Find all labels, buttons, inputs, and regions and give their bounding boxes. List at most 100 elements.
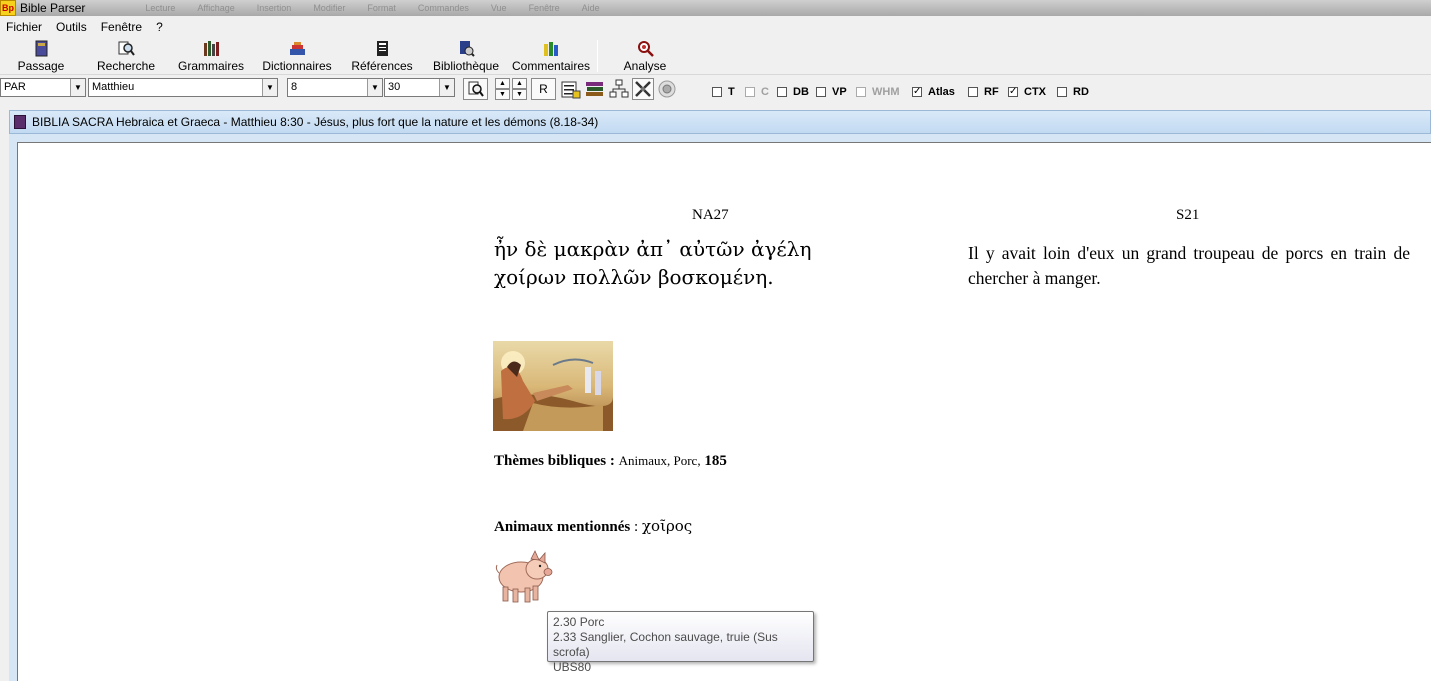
menu-fenetre[interactable]: Fenêtre — [101, 20, 142, 34]
chevron-down-icon[interactable]: ▼ — [262, 79, 277, 96]
references-button[interactable]: Références — [350, 38, 414, 74]
book-select[interactable]: Matthieu ▼ — [88, 78, 278, 97]
checkbox-whm-box[interactable] — [856, 87, 866, 97]
checkbox-rf[interactable]: RF — [968, 86, 999, 98]
chapter-value: 8 — [291, 81, 298, 93]
themes-number[interactable]: 185 — [704, 453, 727, 469]
checkbox-whm-label: WHM — [872, 86, 900, 98]
document-window-titlebar[interactable]: BIBLIA SACRA Hebraica et Graeca - Matthi… — [9, 110, 1431, 134]
tools-cross-icon — [635, 81, 651, 97]
books-stack-icon — [586, 82, 603, 96]
speaker-icon — [658, 80, 676, 98]
next-down-button[interactable]: ▼ — [512, 89, 527, 100]
checkbox-vp-label: VP — [832, 86, 847, 98]
checkmark-icon[interactable]: ✓ — [912, 87, 922, 97]
next-up-button[interactable]: ▲ — [512, 78, 527, 89]
prev-up-button[interactable]: ▲ — [495, 78, 510, 89]
verse-select[interactable]: 30 ▼ — [384, 78, 455, 97]
column-header-na27: NA27 — [692, 207, 729, 223]
text-tool-button[interactable] — [560, 78, 582, 100]
checkmark-icon[interactable]: ✓ — [1008, 87, 1018, 97]
french-verse-text[interactable]: Il y avait loin d'eux un grand troupeau … — [968, 241, 1410, 291]
recherche-button[interactable]: Recherche — [94, 38, 158, 74]
dictionnaires-label: Dictionnaires — [262, 59, 332, 73]
r-button[interactable]: R — [531, 78, 556, 100]
ghost-menu: Lecture Affichage Insertion Modifier For… — [145, 3, 599, 13]
magnifier-icon — [468, 81, 484, 97]
checkbox-t[interactable]: T — [712, 86, 735, 98]
passage-button[interactable]: Passage — [14, 38, 68, 74]
magnifier-icon — [118, 41, 135, 56]
checkbox-db[interactable]: DB — [777, 86, 809, 98]
checkbox-vp-box[interactable] — [816, 87, 826, 97]
checkbox-whm[interactable]: WHM — [856, 86, 900, 98]
selector-row: PAR ▼ Matthieu ▼ 8 ▼ 30 ▼ ▲ ▼ ▲ ▼ R T C … — [0, 76, 1431, 103]
greek-verse-text[interactable]: ἦν δὲ μακρὰν ἀπ᾽ αὐτῶν ἀγέλη χοίρων πολλ… — [494, 235, 884, 291]
books-icon — [203, 41, 219, 56]
checkbox-rd-box[interactable] — [1057, 87, 1067, 97]
book-icon — [35, 40, 47, 57]
pig-image[interactable] — [493, 543, 557, 605]
tree-diagram-icon — [609, 79, 629, 98]
animals-label: Animaux mentionnés — [494, 519, 631, 535]
animal-greek-word[interactable]: χοῖρος — [642, 517, 692, 535]
dictionnaires-button[interactable]: Dictionnaires — [259, 38, 335, 74]
chevron-down-icon[interactable]: ▼ — [367, 79, 382, 96]
audio-button[interactable] — [656, 78, 678, 100]
r-button-label: R — [539, 82, 548, 96]
pig-tooltip: 2.30 Porc 2.33 Sanglier, Cochon sauvage,… — [547, 611, 814, 674]
themes-label: Thèmes bibliques : — [494, 453, 615, 469]
arrow-down-icon: ▼ — [516, 91, 523, 98]
checkbox-ctx-label: CTX — [1024, 86, 1046, 98]
checkbox-atlas-label: Atlas — [928, 86, 955, 98]
checkbox-rd-label: RD — [1073, 86, 1089, 98]
grammaires-button[interactable]: Grammaires — [176, 38, 246, 74]
window-title: Bible Parser — [20, 1, 86, 15]
checkbox-c[interactable]: C — [745, 86, 769, 98]
ghost-menu-item: Fenêtre — [528, 3, 560, 13]
checkbox-ctx[interactable]: ✓ CTX — [1008, 86, 1046, 98]
tooltip-line-1: 2.30 Porc — [553, 615, 605, 629]
commentaires-button[interactable]: Commentaires — [510, 38, 592, 74]
verse-value: 30 — [388, 81, 401, 93]
tree-tool-button[interactable] — [608, 78, 630, 100]
checkbox-t-box[interactable] — [712, 87, 722, 97]
chevron-down-icon[interactable]: ▼ — [439, 79, 454, 96]
menu-outils[interactable]: Outils — [56, 20, 87, 34]
tools-button[interactable] — [632, 78, 654, 100]
toolbar-separator — [597, 40, 598, 72]
commentaires-label: Commentaires — [511, 59, 591, 73]
menu-fichier[interactable]: Fichier — [6, 20, 42, 34]
ghost-menu-item: Lecture — [145, 3, 176, 13]
checkbox-db-label: DB — [793, 86, 809, 98]
checkbox-rd[interactable]: RD — [1057, 86, 1089, 98]
library-icon — [459, 41, 475, 57]
checkbox-atlas[interactable]: ✓ Atlas — [912, 86, 955, 98]
arrow-up-icon: ▲ — [516, 80, 523, 87]
books-tool-button[interactable] — [584, 78, 606, 100]
references-label: Références — [351, 59, 413, 73]
version-select[interactable]: PAR ▼ — [0, 78, 86, 97]
chevron-down-icon[interactable]: ▼ — [70, 79, 85, 96]
menu-help[interactable]: ? — [156, 20, 163, 34]
app-logo-icon: Bp — [0, 0, 16, 16]
chapter-select[interactable]: 8 ▼ — [287, 78, 383, 97]
tooltip-line-3: UBS80 — [553, 660, 592, 674]
document-window-title: BIBLIA SACRA Hebraica et Graeca - Matthi… — [32, 115, 599, 129]
arrow-up-icon: ▲ — [499, 80, 506, 87]
search-passage-button[interactable] — [463, 78, 488, 100]
prev-down-button[interactable]: ▼ — [495, 89, 510, 100]
analyse-button[interactable]: Analyse — [620, 38, 670, 74]
checkbox-rf-box[interactable] — [968, 87, 978, 97]
checkbox-db-box[interactable] — [777, 87, 787, 97]
commentary-icon — [543, 42, 558, 56]
themes-line: Thèmes bibliques : Animaux, Porc, 185 — [494, 453, 727, 470]
illustration-image[interactable] — [493, 341, 613, 431]
checkbox-t-label: T — [728, 86, 735, 98]
checkbox-c-box[interactable] — [745, 87, 755, 97]
animals-separator: : — [630, 519, 642, 535]
bibliotheque-button[interactable]: Bibliothèque — [430, 38, 502, 74]
checkbox-vp[interactable]: VP — [816, 86, 847, 98]
themes-values[interactable]: Animaux, Porc, — [619, 453, 701, 468]
arrow-down-icon: ▼ — [499, 91, 506, 98]
